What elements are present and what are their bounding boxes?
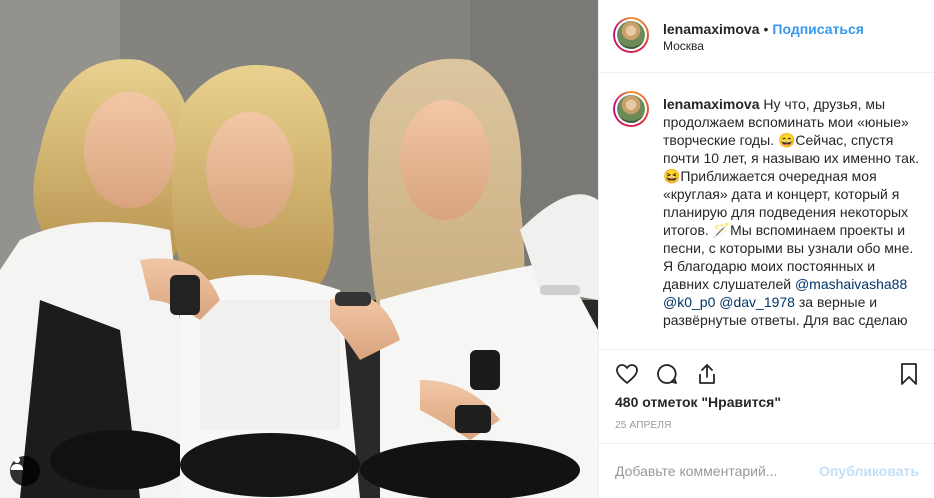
post-date[interactable]: 25 апреля [615,420,672,431]
action-bar [599,349,934,397]
caption-avatar[interactable] [613,91,649,127]
post-side-panel: lenamaximova • Подписаться Москва lenamaxi… [598,0,934,498]
heart-icon[interactable] [615,362,639,386]
avatar[interactable] [613,17,649,53]
mention-link[interactable]: @k0_p0 [663,294,715,310]
location-link[interactable]: Москва [663,39,704,53]
share-icon[interactable] [695,362,719,386]
separator-dot: • [763,21,769,37]
username-link[interactable]: lenamaximova [663,21,760,37]
likes-text: отметок [638,394,702,410]
publish-button[interactable]: Опубликовать [819,463,919,479]
caption-text: lenamaximova Ну что, друзья, мы продолжа… [663,95,921,329]
follow-button[interactable]: Подписаться [772,21,864,37]
comments-area: lenamaximova Ну что, друзья, мы продолжа… [599,74,934,348]
caption-username-link[interactable]: lenamaximova [663,96,760,112]
likes-number: 480 [615,394,639,410]
add-comment-section: Опубликовать [599,443,934,498]
photo-illustration [0,0,598,498]
header-line: lenamaximova • Подписаться [663,21,864,37]
likes-label: "Нравится" [701,394,781,410]
mention-link[interactable]: @dav_1978 [719,294,795,310]
likes-count[interactable]: 480 отметок "Нравится" [615,394,781,410]
post-photo[interactable] [0,0,598,498]
bookmark-icon[interactable] [897,362,921,386]
mention-link[interactable]: @mashaivasha88 [795,276,907,292]
person-icon [11,457,23,470]
post-header: lenamaximova • Подписаться Москва [599,0,934,73]
comment-bubble-icon[interactable] [655,362,679,386]
caption-body: Ну что, друзья, мы продолжаем вспоминать… [663,96,919,292]
user-tags-button[interactable] [10,456,40,486]
comment-input[interactable] [615,459,815,483]
